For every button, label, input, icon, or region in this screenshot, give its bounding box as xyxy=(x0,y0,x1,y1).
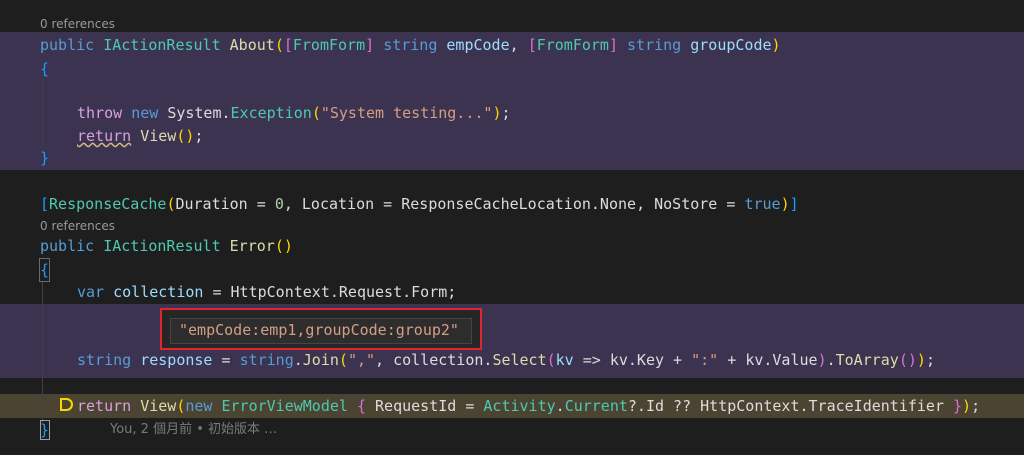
named-arg: Duration xyxy=(175,195,248,213)
attribute-name: ResponseCache xyxy=(49,195,167,213)
method-name: View xyxy=(140,127,177,145)
keyword: new xyxy=(185,397,213,415)
type-name: IActionResult xyxy=(103,36,221,54)
variable-name: collection xyxy=(113,283,204,301)
keyword: return xyxy=(77,127,132,145)
type-name: ErrorViewModel xyxy=(221,397,348,415)
code-line-return-errorviewmodel[interactable]: return View(new ErrorViewModel { Request… xyxy=(0,395,1024,417)
git-blame-annotation[interactable]: You, 2 個月前 • 初始版本 … xyxy=(110,419,277,441)
codelens-text[interactable]: 0 references xyxy=(40,218,115,234)
string-literal: ":" xyxy=(691,351,719,369)
member-access: kv.Key xyxy=(609,351,665,369)
enum-value: ResponseCacheLocation.None xyxy=(401,195,637,213)
code-line-open-brace[interactable]: { xyxy=(0,58,1024,80)
code-line-join[interactable]: string response = string.Join(",", colle… xyxy=(0,349,1024,371)
code-line-var-collection[interactable]: var collection = HttpContext.Request.For… xyxy=(0,281,1024,303)
keyword: var xyxy=(77,283,105,301)
code-line-error-signature[interactable]: public IActionResult Error() xyxy=(0,235,1024,257)
keyword: public xyxy=(40,36,95,54)
code-line-throw[interactable]: throw new System.Exception("System testi… xyxy=(0,102,1024,124)
attribute-name: FromForm xyxy=(536,36,609,54)
keyword: string xyxy=(383,36,438,54)
method-name: View xyxy=(140,397,177,415)
keyword: string xyxy=(239,351,294,369)
named-arg: NoStore xyxy=(654,195,718,213)
parameter-name: empCode xyxy=(446,36,510,54)
keyword: throw xyxy=(77,104,123,122)
keyword: public xyxy=(40,237,95,255)
variable-ref: collection. xyxy=(393,351,493,369)
method-name: Error xyxy=(229,237,275,255)
string-literal: "System testing..." xyxy=(320,104,493,122)
variable-name: response xyxy=(140,351,213,369)
code-line-open-brace[interactable]: { xyxy=(0,258,1024,282)
attribute-name: FromForm xyxy=(292,36,366,54)
debug-datatip[interactable]: "empCode:emp1,groupCode:group2" xyxy=(160,308,482,350)
parameter-name: groupCode xyxy=(690,36,772,54)
keyword: string xyxy=(77,351,132,369)
type-name: Exception xyxy=(230,104,312,122)
keyword: new xyxy=(131,104,159,122)
number-literal: 0 xyxy=(274,195,284,213)
code-line-return-view[interactable]: return View(); xyxy=(0,125,1024,147)
lambda-param: kv xyxy=(555,351,574,369)
codelens-references[interactable]: 0 references xyxy=(0,218,1024,234)
codelens-references[interactable]: 0 references xyxy=(0,16,1024,32)
expression: HttpContext.Request.Form; xyxy=(230,283,457,301)
keyword: string xyxy=(627,36,682,54)
expression: ?.Id ?? HttpContext.TraceIdentifier xyxy=(627,397,944,415)
code-line-about-signature[interactable]: public IActionResult About([FromForm] st… xyxy=(0,34,1024,56)
property-name: Current xyxy=(564,397,628,415)
code-line-close-brace[interactable]: } xyxy=(0,147,1024,169)
keyword: return xyxy=(77,397,132,415)
datatip-value[interactable]: "empCode:emp1,groupCode:group2" xyxy=(170,318,472,344)
named-arg: Location xyxy=(301,195,375,213)
property-name: RequestId xyxy=(375,397,457,415)
keyword: true xyxy=(744,195,781,213)
method-name: Select xyxy=(492,351,547,369)
method-name: About xyxy=(229,36,275,54)
codelens-text[interactable]: 0 references xyxy=(40,16,115,32)
code-line-response-cache[interactable]: [ResponseCache(Duration = 0, Location = … xyxy=(0,193,1024,215)
method-name: ToArray xyxy=(835,351,899,369)
method-name: Join xyxy=(302,351,339,369)
namespace: System. xyxy=(167,104,231,122)
member-access: kv.Value xyxy=(745,351,818,369)
string-literal: "," xyxy=(347,351,376,369)
type-name: Activity xyxy=(483,397,556,415)
type-name: IActionResult xyxy=(103,237,221,255)
